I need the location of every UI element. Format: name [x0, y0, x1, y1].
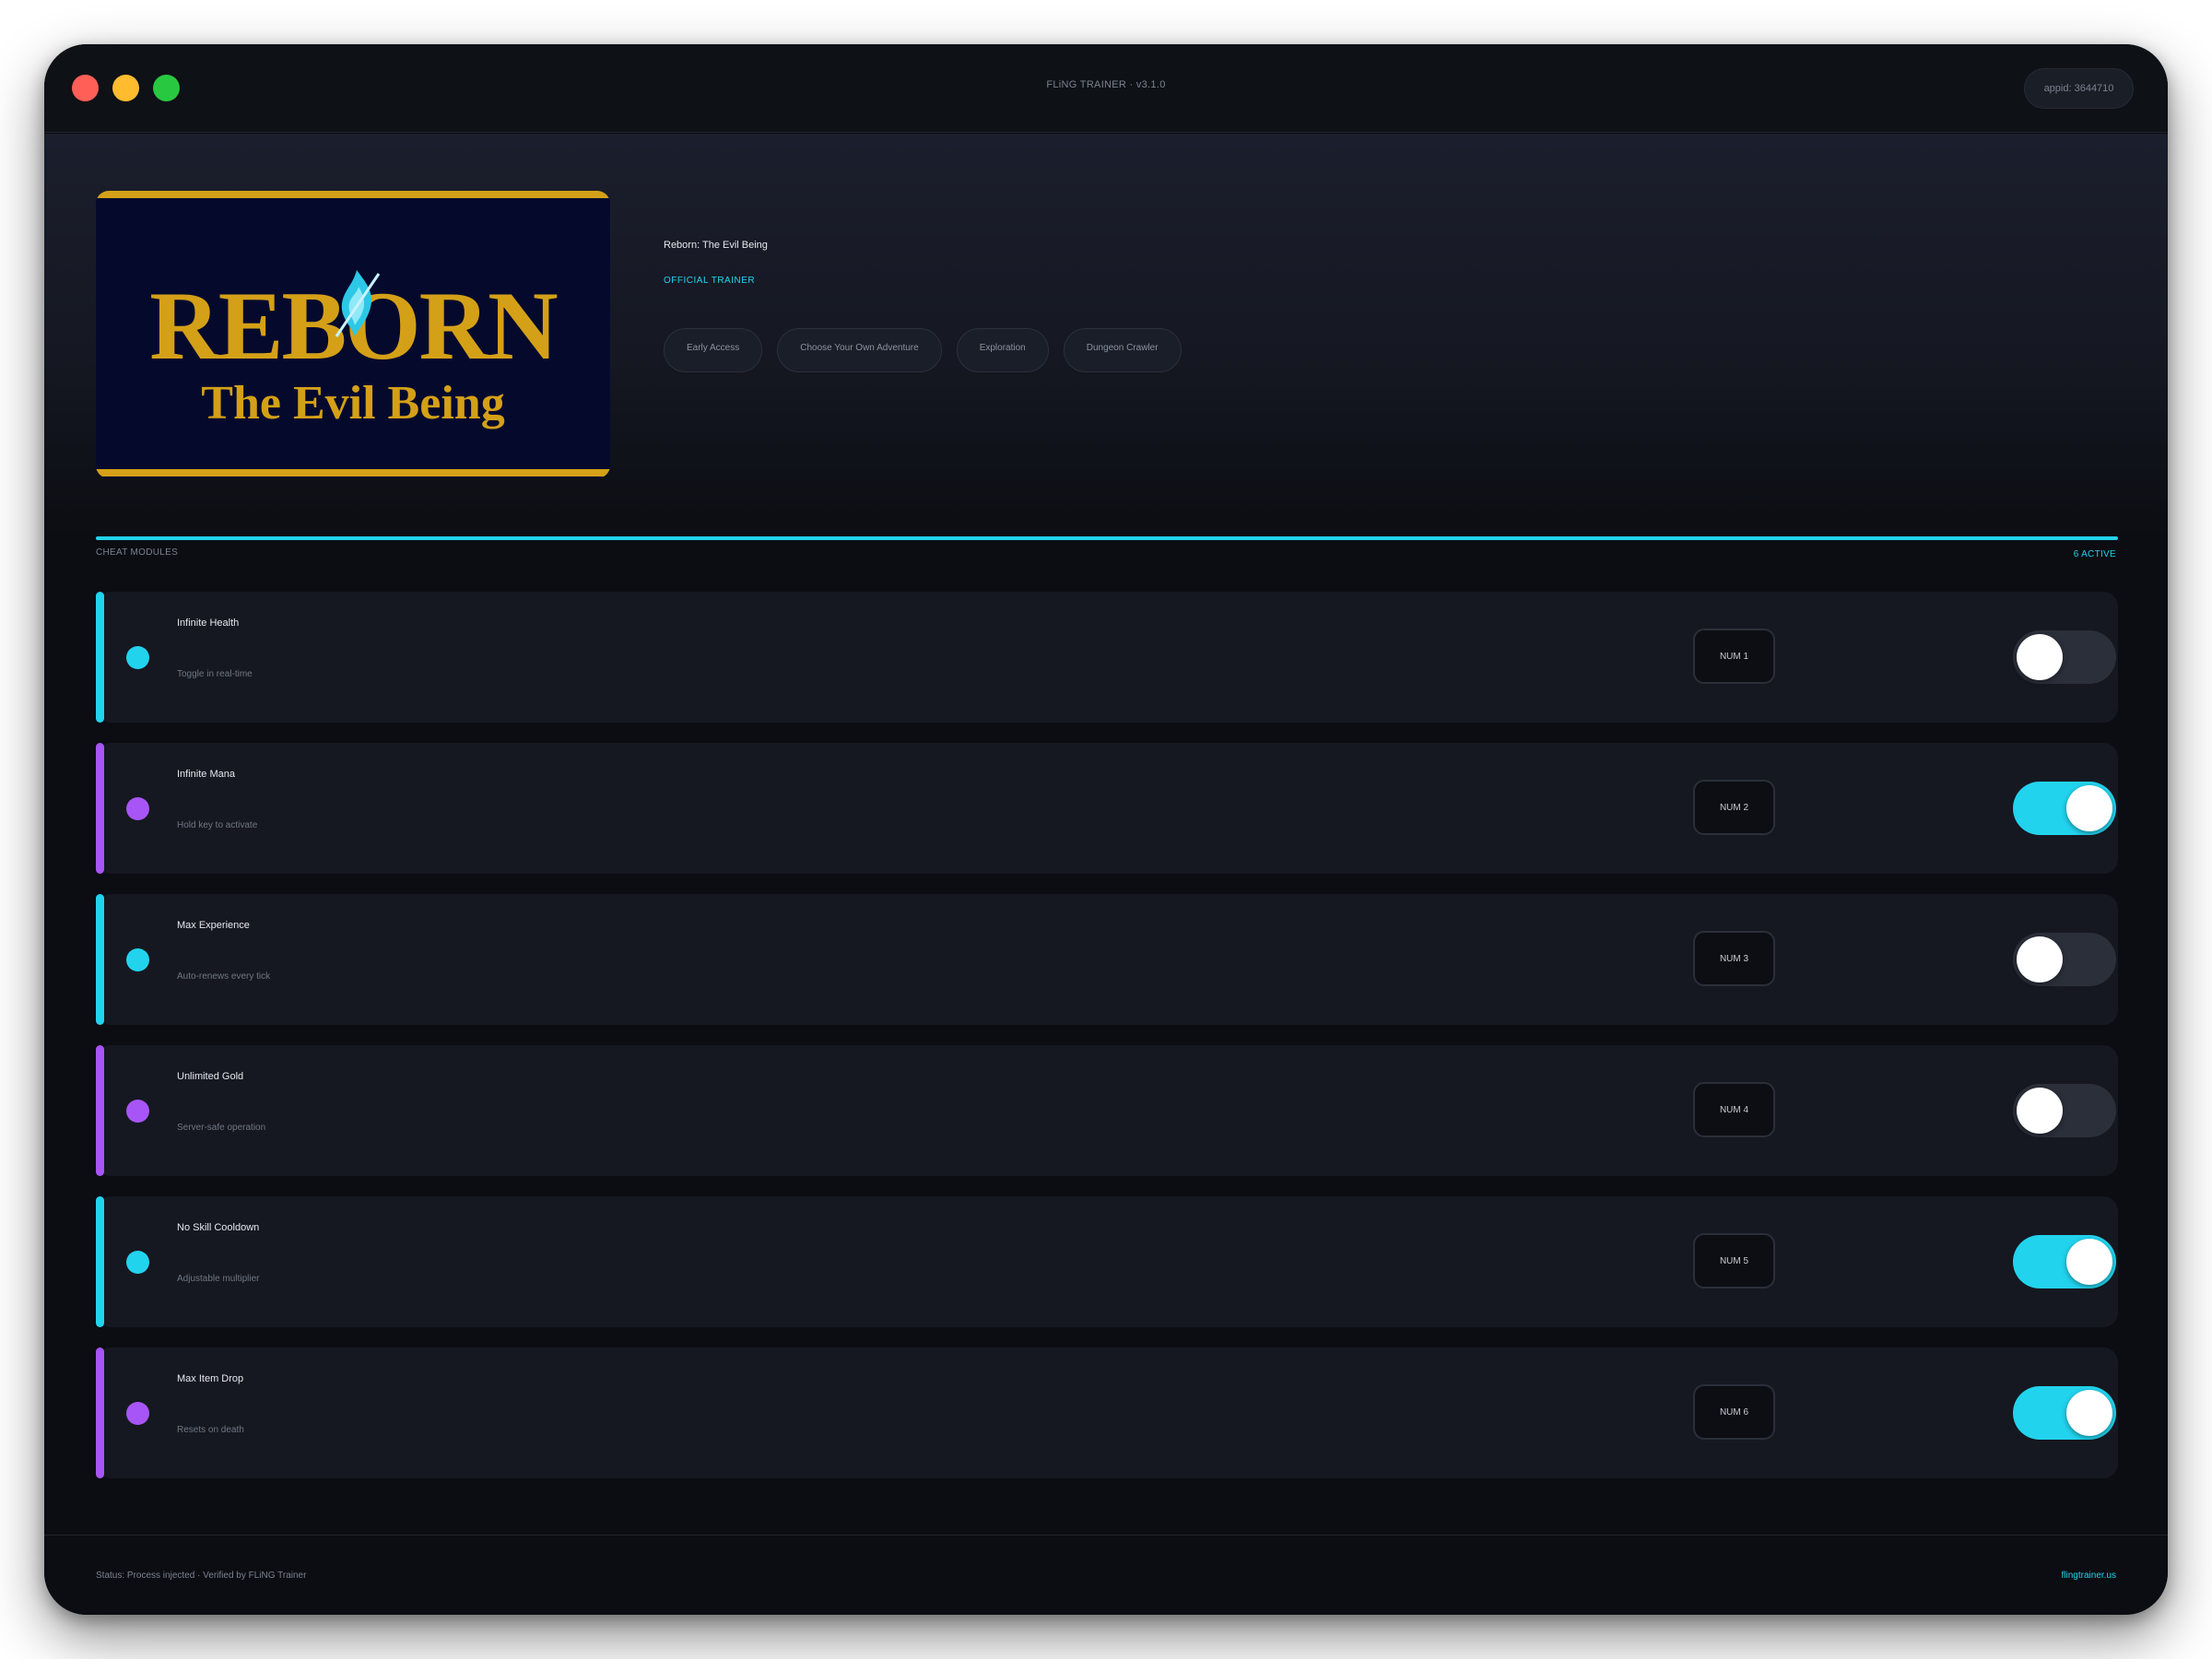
section-divider	[96, 536, 2118, 540]
cheat-name: Infinite Health	[177, 618, 240, 629]
cheat-row: No Skill Cooldown Adjustable multiplier …	[96, 1196, 2118, 1327]
game-title: Reborn: The Evil Being	[664, 240, 768, 251]
cheat-description: Adjustable multiplier	[177, 1274, 260, 1284]
status-dot-icon	[126, 646, 149, 669]
cheat-toggle[interactable]	[2013, 1386, 2116, 1440]
cheat-row: Infinite Health Toggle in real-time NUM …	[96, 592, 2118, 723]
cheat-row: Infinite Mana Hold key to activate NUM 2	[96, 743, 2118, 874]
game-cover-art: REBORN The Evil Being	[96, 191, 610, 478]
appid-badge: appid: 3644710	[2024, 68, 2134, 109]
trainer-window: FLiNG TRAINER · v3.1.0 appid: 3644710 RE…	[44, 44, 2168, 1615]
toggle-knob	[2066, 1390, 2112, 1436]
status-dot-icon	[126, 948, 149, 971]
toggle-knob	[2066, 1239, 2112, 1285]
active-count: 6 ACTIVE	[2073, 549, 2116, 559]
row-accent-bar	[96, 894, 104, 1025]
cover-logo: REBORN The Evil Being	[96, 191, 610, 478]
cheat-toggle[interactable]	[2013, 1235, 2116, 1288]
row-accent-bar	[96, 743, 104, 874]
cheat-description: Toggle in real-time	[177, 669, 253, 679]
toggle-knob	[2017, 1088, 2063, 1134]
status-dot-icon	[126, 1251, 149, 1274]
row-accent-bar	[96, 1196, 104, 1327]
row-accent-bar	[96, 1045, 104, 1176]
website-link[interactable]: flingtrainer.us	[2062, 1571, 2116, 1581]
row-accent-bar	[96, 1347, 104, 1478]
status-dot-icon	[126, 1402, 149, 1425]
tag-chip[interactable]: Early Access	[664, 328, 763, 372]
cheat-toggle[interactable]	[2013, 782, 2116, 835]
tag-chip[interactable]: Exploration	[956, 328, 1049, 372]
hotkey-badge[interactable]: NUM 4	[1693, 1082, 1775, 1137]
cheat-description: Server-safe operation	[177, 1123, 266, 1133]
cheat-toggle[interactable]	[2013, 1084, 2116, 1137]
hotkey-badge[interactable]: NUM 5	[1693, 1233, 1775, 1288]
cheat-name: Max Item Drop	[177, 1373, 244, 1384]
cheat-description: Hold key to activate	[177, 820, 258, 830]
cheat-row: Unlimited Gold Server-safe operation NUM…	[96, 1045, 2118, 1176]
toggle-knob	[2017, 634, 2063, 680]
status-bar: Status: Process injected · Verified by F…	[44, 1535, 2168, 1615]
cheat-row: Max Experience Auto-renews every tick NU…	[96, 894, 2118, 1025]
cover-subtitle-text: The Evil Being	[201, 377, 504, 429]
window-title: FLiNG TRAINER · v3.1.0	[1046, 79, 1166, 90]
tag-chip[interactable]: Dungeon Crawler	[1063, 328, 1182, 372]
section-label: CHEAT MODULES	[96, 547, 179, 558]
status-dot-icon	[126, 1100, 149, 1123]
cheat-name: Infinite Mana	[177, 769, 235, 780]
hotkey-badge[interactable]: NUM 2	[1693, 780, 1775, 835]
cheat-toggle[interactable]	[2013, 630, 2116, 684]
hotkey-badge[interactable]: NUM 6	[1693, 1384, 1775, 1440]
cheat-description: Auto-renews every tick	[177, 971, 271, 982]
status-text: Status: Process injected · Verified by F…	[96, 1571, 307, 1581]
toggle-knob	[2066, 785, 2112, 831]
cheat-toggle[interactable]	[2013, 933, 2116, 986]
cheat-name: Max Experience	[177, 920, 250, 931]
cheat-name: No Skill Cooldown	[177, 1222, 260, 1233]
cheat-list: Infinite Health Toggle in real-time NUM …	[96, 592, 2118, 1499]
cheat-description: Resets on death	[177, 1425, 244, 1435]
tag-chip[interactable]: Choose Your Own Adventure	[777, 328, 942, 372]
hotkey-badge[interactable]: NUM 3	[1693, 931, 1775, 986]
row-accent-bar	[96, 592, 104, 723]
status-dot-icon	[126, 797, 149, 820]
game-header: REBORN The Evil Being Reborn: The Evil B…	[44, 134, 2168, 539]
title-bar: FLiNG TRAINER · v3.1.0 appid: 3644710	[44, 44, 2168, 133]
genre-tags: Early Access Choose Your Own Adventure E…	[664, 328, 1182, 372]
official-trainer-label: OFFICIAL TRAINER	[664, 276, 756, 286]
cheat-name: Unlimited Gold	[177, 1071, 244, 1082]
toggle-knob	[2017, 936, 2063, 982]
hotkey-badge[interactable]: NUM 1	[1693, 629, 1775, 684]
cheat-row: Max Item Drop Resets on death NUM 6	[96, 1347, 2118, 1478]
